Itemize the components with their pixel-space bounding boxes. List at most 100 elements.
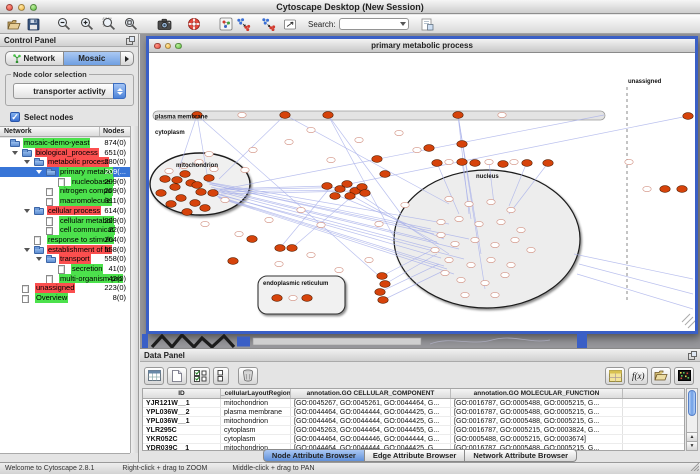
network-node[interactable]	[510, 159, 518, 164]
network-node[interactable]	[498, 112, 506, 117]
expand-arrow-icon[interactable]	[36, 257, 42, 261]
selected-network-node[interactable]	[182, 209, 192, 216]
selected-network-node[interactable]	[543, 160, 553, 167]
tab-overflow-button[interactable]	[120, 52, 133, 65]
tab-mosaic[interactable]: Mosaic	[63, 52, 121, 65]
selected-network-node[interactable]	[190, 200, 200, 207]
selected-network-node[interactable]	[280, 112, 290, 119]
selected-network-node[interactable]	[322, 183, 332, 190]
network-node[interactable]	[235, 231, 243, 236]
network-node[interactable]	[165, 168, 173, 173]
window-resize-grip[interactable]	[690, 462, 699, 473]
tree-row[interactable]: cellular metabol209(0)	[0, 216, 130, 226]
minimize-view-icon[interactable]	[165, 43, 172, 50]
network-node[interactable]	[201, 221, 209, 226]
selected-network-node[interactable]	[180, 171, 190, 178]
attribute-table-icon[interactable]	[605, 367, 625, 385]
tree-column-network[interactable]: Network	[4, 127, 32, 137]
selected-network-node[interactable]	[470, 160, 480, 167]
function-builder-icon[interactable]: f(x)	[628, 367, 648, 385]
tree-row[interactable]: primary metabo209(...	[0, 167, 130, 177]
edge[interactable]	[577, 274, 693, 309]
zoom-fit-icon[interactable]	[123, 17, 138, 32]
selected-network-node[interactable]	[380, 281, 390, 288]
expand-arrow-icon[interactable]	[24, 248, 30, 252]
network-node[interactable]	[487, 199, 495, 204]
network-node[interactable]	[445, 257, 453, 262]
tree-row[interactable]: nucleobase-209(0)	[0, 177, 130, 187]
table-scrollbar[interactable]: ▲ ▼	[686, 388, 698, 451]
delete-attribute-icon[interactable]	[238, 367, 258, 385]
tree-row[interactable]: unassigned223(0)	[0, 283, 130, 293]
zoom-out-icon[interactable]	[56, 17, 71, 32]
search-input[interactable]	[339, 18, 409, 30]
expand-arrow-icon[interactable]	[24, 160, 30, 164]
network-node[interactable]	[461, 292, 469, 297]
network-node[interactable]	[437, 232, 445, 237]
network-node[interactable]	[475, 221, 483, 226]
select-nodes-checkbox[interactable]: ✓	[10, 112, 20, 122]
tree-row[interactable]: nitrogen compo209(0)	[0, 186, 130, 196]
selected-network-node[interactable]	[375, 289, 385, 296]
selected-network-node[interactable]	[345, 193, 355, 200]
birdseye-icon[interactable]	[218, 17, 233, 32]
selected-network-node[interactable]	[166, 201, 176, 208]
network-node[interactable]	[485, 159, 493, 164]
close-view-icon[interactable]	[154, 43, 161, 50]
selected-network-node[interactable]	[170, 184, 180, 191]
selected-network-node[interactable]	[176, 195, 186, 202]
matrix-icon[interactable]	[674, 367, 694, 385]
network-node[interactable]	[401, 202, 409, 207]
selected-network-node[interactable]	[156, 190, 166, 197]
selected-network-node[interactable]	[432, 160, 442, 167]
network-node[interactable]	[507, 207, 515, 212]
table-row[interactable]: YPL036W__2plasma membrane[GO:0044464, GO…	[143, 408, 684, 417]
tree-row[interactable]: response to stimulu264(0)	[0, 235, 130, 245]
search-config-icon[interactable]	[420, 17, 435, 32]
edge[interactable]	[574, 254, 693, 279]
scroll-up-icon[interactable]: ▲	[687, 432, 697, 441]
network-node[interactable]	[335, 267, 343, 272]
network-node[interactable]	[355, 137, 363, 142]
selected-network-node[interactable]	[287, 245, 297, 252]
network-node[interactable]	[465, 201, 473, 206]
apply-layout-2-icon[interactable]	[261, 17, 276, 32]
save-icon[interactable]	[26, 17, 41, 32]
help-icon[interactable]	[186, 17, 201, 32]
column-header[interactable]: ID	[143, 389, 221, 398]
tree-row[interactable]: secretion41(0)	[0, 264, 130, 274]
network-node[interactable]	[643, 186, 651, 191]
network-node[interactable]	[327, 157, 335, 162]
network-node[interactable]	[471, 237, 479, 242]
column-header[interactable]: annotation.GO CELLULAR_COMPONENT	[291, 389, 451, 398]
selected-network-node[interactable]	[677, 186, 687, 193]
new-attribute-icon[interactable]	[167, 367, 187, 385]
close-window-icon[interactable]	[6, 4, 13, 11]
network-node[interactable]	[457, 277, 465, 282]
network-node[interactable]	[445, 196, 453, 201]
network-node[interactable]	[395, 130, 403, 135]
network-node[interactable]	[265, 217, 273, 222]
selected-network-node[interactable]	[172, 177, 182, 184]
tree-scrollbar[interactable]	[130, 126, 138, 453]
network-node[interactable]	[241, 167, 249, 172]
network-canvas[interactable]: plasma membranecytoplasmmitochondrionnuc…	[149, 54, 695, 331]
selected-network-node[interactable]	[208, 190, 218, 197]
float-data-panel-icon[interactable]	[688, 351, 697, 360]
selected-network-node[interactable]	[228, 258, 238, 265]
network-node[interactable]	[413, 147, 421, 152]
network-node[interactable]	[365, 257, 373, 262]
selected-network-node[interactable]	[457, 141, 467, 148]
network-node[interactable]	[517, 227, 525, 232]
table-row[interactable]: YKR052Ccytoplasm[GO:0044464, GO:0044446,…	[143, 435, 684, 444]
table-row[interactable]: YJR121W__1mitochondrion[GO:0045267, GO:0…	[143, 399, 684, 408]
column-header[interactable]: annotation.GO MOLECULAR_FUNCTION	[451, 389, 623, 398]
edge[interactable]	[328, 115, 401, 214]
network-view-window[interactable]: primary metabolic process plasma membran…	[146, 36, 698, 334]
selected-network-node[interactable]	[196, 189, 206, 196]
tree-row[interactable]: establishment of lo558(0)	[0, 245, 130, 255]
unselect-attributes-icon[interactable]	[213, 367, 229, 385]
network-node[interactable]	[289, 295, 297, 300]
tab-edge-attribute-browser[interactable]: Edge Attribute Browser	[365, 449, 465, 462]
network-node[interactable]	[437, 219, 445, 224]
